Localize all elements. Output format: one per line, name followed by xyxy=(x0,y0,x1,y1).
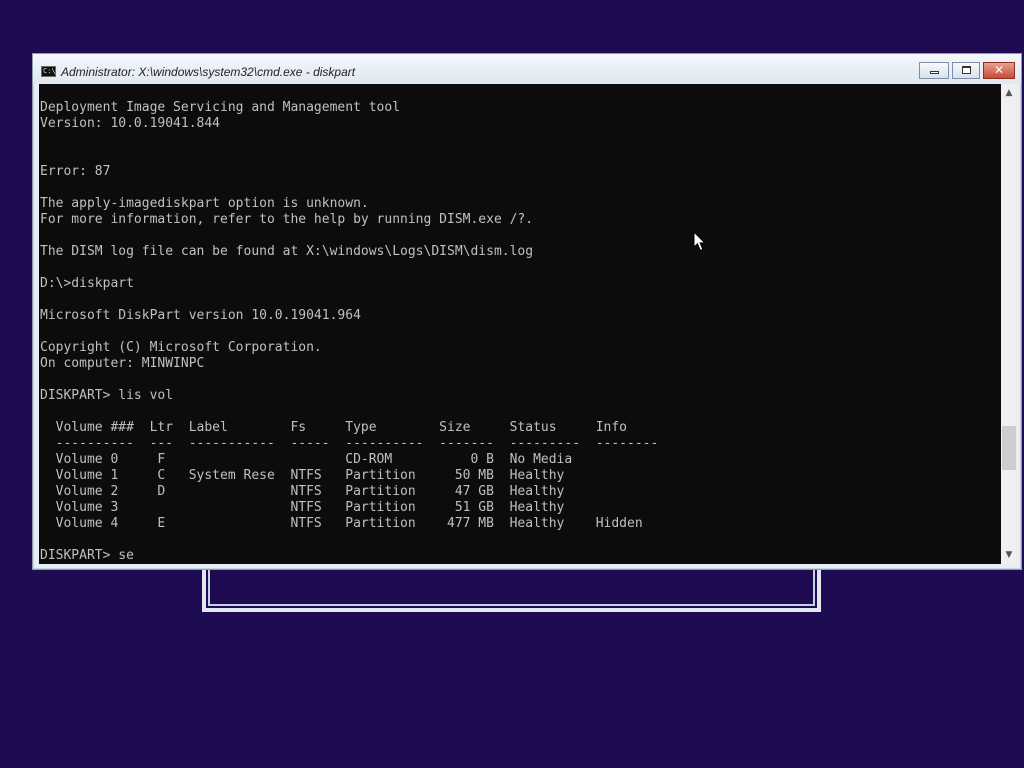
vertical-scrollbar[interactable]: ▲ ▼ xyxy=(1001,84,1017,564)
console-line: DISKPART> lis vol xyxy=(40,388,174,403)
console-line: Volume 1 C System Rese NTFS Partition 50… xyxy=(40,468,565,483)
console-line: Volume 2 D NTFS Partition 47 GB Healthy xyxy=(40,484,565,499)
console-text: Deployment Image Servicing and Managemen… xyxy=(40,100,658,564)
scroll-thumb[interactable] xyxy=(1002,426,1016,470)
command-prompt-window[interactable]: C:\ Administrator: X:\windows\system32\c… xyxy=(32,53,1022,570)
maximize-button[interactable] xyxy=(952,62,980,79)
desktop-background: C:\ Administrator: X:\windows\system32\c… xyxy=(0,0,1024,768)
console-line: Volume 0 F CD-ROM 0 B No Media xyxy=(40,452,573,467)
window-title: Administrator: X:\windows\system32\cmd.e… xyxy=(61,65,356,79)
console-line: Volume 4 E NTFS Partition 477 MB Healthy… xyxy=(40,516,643,531)
caption-buttons xyxy=(916,62,1015,80)
console-line: For more information, refer to the help … xyxy=(40,212,534,227)
console-line: D:\>diskpart xyxy=(40,276,134,291)
window-titlebar[interactable]: C:\ Administrator: X:\windows\system32\c… xyxy=(33,54,1021,84)
console-line: On computer: MINWINPC xyxy=(40,356,205,371)
console-icon[interactable]: C:\ xyxy=(41,66,56,77)
console-line: Volume 3 NTFS Partition 51 GB Healthy xyxy=(40,500,565,515)
console-line: Error: 87 xyxy=(40,164,111,179)
console-line: ---------- --- ----------- ----- -------… xyxy=(40,436,659,451)
console-line: The DISM log file can be found at X:\win… xyxy=(40,244,534,259)
console-line: DISKPART> se xyxy=(40,548,134,563)
console-line: Deployment Image Servicing and Managemen… xyxy=(40,100,401,115)
scroll-down-arrow-icon[interactable]: ▼ xyxy=(1001,547,1017,563)
console-line: Version: 10.0.19041.844 xyxy=(40,116,221,131)
minimize-button[interactable] xyxy=(919,62,949,79)
console-line: Microsoft DiskPart version 10.0.19041.96… xyxy=(40,308,361,323)
console-line: The apply-imagediskpart option is unknow… xyxy=(40,196,369,211)
console-line: Volume ### Ltr Label Fs Type Size Status… xyxy=(40,420,627,435)
scroll-up-arrow-icon[interactable]: ▲ xyxy=(1001,85,1017,101)
console-output-area[interactable]: Deployment Image Servicing and Managemen… xyxy=(39,84,1001,564)
close-button[interactable] xyxy=(983,62,1015,79)
console-line: Copyright (C) Microsoft Corporation. xyxy=(40,340,322,355)
mouse-pointer-icon xyxy=(693,231,706,252)
console-icon-glyph: C:\ xyxy=(43,67,56,75)
